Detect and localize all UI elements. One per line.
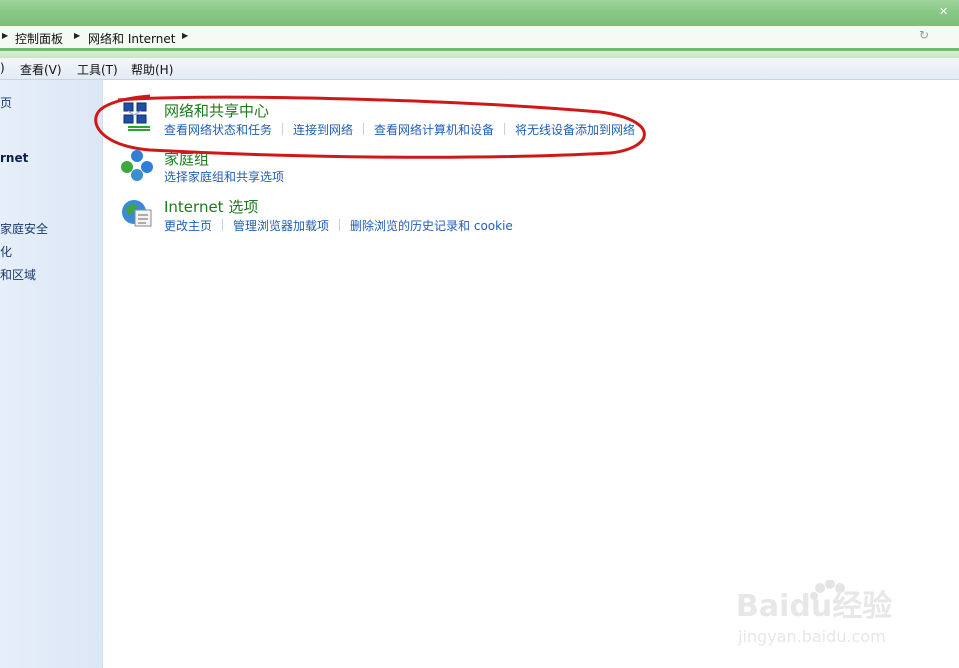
left-nav-item-personalization[interactable]: 化 bbox=[0, 243, 12, 260]
refresh-icon[interactable]: ↻ bbox=[919, 28, 935, 44]
left-nav-item-network-internet[interactable]: rnet bbox=[0, 151, 28, 165]
menu-bar: ) 查看(V) 工具(T) 帮助(H) bbox=[0, 58, 959, 80]
link-connect-to-network[interactable]: 连接到网络 bbox=[293, 123, 353, 137]
divider bbox=[504, 123, 506, 135]
internet-options-icon[interactable] bbox=[120, 196, 154, 230]
svg-text:jingyan.baidu.com: jingyan.baidu.com bbox=[737, 627, 886, 646]
menu-item-partial[interactable]: ) bbox=[0, 61, 5, 75]
network-center-icon[interactable] bbox=[120, 100, 154, 134]
address-area: ▶ 控制面板 ▶ 网络和 Internet ▶ ↻ bbox=[0, 26, 959, 58]
section-links: 选择家庭组和共享选项 bbox=[164, 168, 284, 185]
link-manage-addons[interactable]: 管理浏览器加载项 bbox=[233, 219, 329, 233]
divider bbox=[339, 219, 341, 231]
divider bbox=[282, 123, 284, 135]
menu-item-view[interactable]: 查看(V) bbox=[20, 61, 62, 78]
divider bbox=[222, 219, 224, 231]
title-bar: ✕ bbox=[0, 0, 959, 26]
breadcrumb-arrow-icon[interactable]: ▶ bbox=[182, 31, 188, 40]
menu-item-help[interactable]: 帮助(H) bbox=[131, 61, 173, 78]
section-title[interactable]: 网络和共享中心 bbox=[164, 100, 269, 121]
link-homegroup-sharing[interactable]: 选择家庭组和共享选项 bbox=[164, 170, 284, 184]
link-change-home-page[interactable]: 更改主页 bbox=[164, 219, 212, 233]
close-icon[interactable]: ✕ bbox=[939, 5, 951, 18]
breadcrumb-arrow-icon[interactable]: ▶ bbox=[74, 31, 80, 40]
breadcrumb-control-panel[interactable]: 控制面板 bbox=[15, 30, 63, 47]
left-nav-item-region[interactable]: 和区域 bbox=[0, 266, 36, 283]
section-links: 更改主页 管理浏览器加载项 删除浏览的历史记录和 cookie bbox=[164, 217, 513, 234]
link-delete-history[interactable]: 删除浏览的历史记录和 cookie bbox=[350, 219, 513, 233]
link-view-network-computers[interactable]: 查看网络计算机和设备 bbox=[374, 123, 494, 137]
section-title[interactable]: Internet 选项 bbox=[164, 196, 258, 217]
section-links: 查看网络状态和任务 连接到网络 查看网络计算机和设备 将无线设备添加到网络 bbox=[164, 121, 635, 138]
section-title[interactable]: 家庭组 bbox=[164, 148, 209, 169]
svg-text:Baidu经验: Baidu经验 bbox=[736, 589, 892, 624]
link-add-wireless-device[interactable]: 将无线设备添加到网络 bbox=[515, 123, 635, 137]
address-bar[interactable]: ▶ 控制面板 ▶ 网络和 Internet ▶ ↻ bbox=[0, 26, 959, 49]
breadcrumb-network-internet[interactable]: 网络和 Internet bbox=[88, 30, 175, 47]
divider bbox=[0, 51, 959, 58]
left-nav-item-home[interactable]: 页 bbox=[0, 94, 12, 111]
menu-item-tools[interactable]: 工具(T) bbox=[77, 61, 118, 78]
left-nav-panel: 页 rnet 家庭安全 化 和区域 bbox=[0, 80, 103, 668]
breadcrumb-arrow-icon[interactable]: ▶ bbox=[2, 31, 8, 40]
homegroup-icon[interactable] bbox=[120, 148, 154, 182]
baidu-watermark-logo: Baidu经验 jingyan.baidu.com bbox=[736, 580, 892, 646]
link-view-network-status[interactable]: 查看网络状态和任务 bbox=[164, 123, 272, 137]
divider bbox=[363, 123, 365, 135]
left-nav-item-family-safety[interactable]: 家庭安全 bbox=[0, 220, 48, 237]
